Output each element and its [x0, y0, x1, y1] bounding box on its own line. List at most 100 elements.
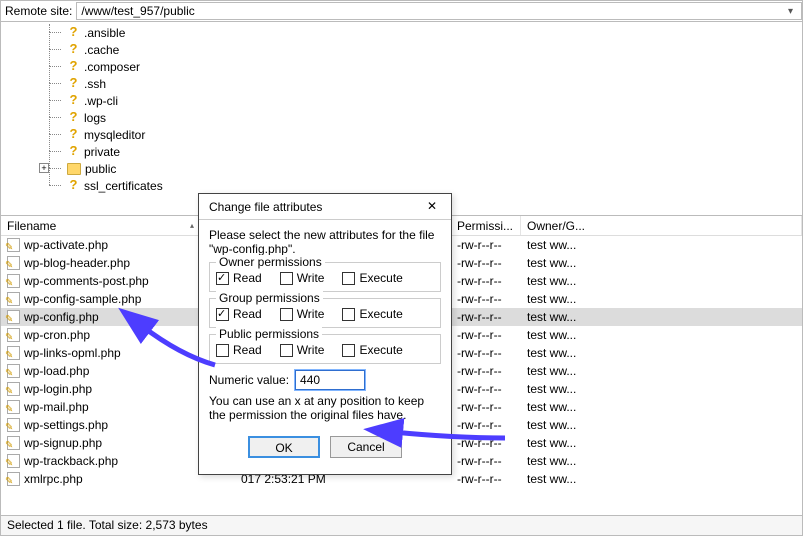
tree-item[interactable]: ? .ssh: [67, 75, 163, 92]
owner-read-checkbox[interactable]: Read: [216, 271, 262, 285]
folder-icon: [67, 163, 81, 175]
tree-item[interactable]: ? .cache: [67, 41, 163, 58]
tree-item[interactable]: ?.composer: [67, 58, 163, 75]
file-name: wp-cron.php: [24, 328, 90, 342]
file-permissions: -rw-r--r--: [451, 238, 521, 252]
group-permissions-group: Group permissions Read Write Execute: [209, 298, 441, 328]
file-name: wp-activate.php: [24, 238, 108, 252]
owner-permissions-group: Owner permissions Read Write Execute: [209, 262, 441, 292]
remote-path-value: /www/test_957/public: [81, 4, 194, 18]
file-permissions: -rw-r--r--: [451, 346, 521, 360]
file-owner: test ww...: [521, 454, 802, 468]
col-filename[interactable]: Filename▴: [1, 216, 201, 235]
unknown-folder-icon: ?: [67, 77, 80, 90]
tree-item[interactable]: ? mysqleditor: [67, 126, 163, 143]
tree-item[interactable]: ?logs: [67, 109, 163, 126]
owner-execute-checkbox[interactable]: Execute: [342, 271, 402, 285]
tree-item-label: .ansible: [84, 26, 125, 40]
file-permissions: -rw-r--r--: [451, 274, 521, 288]
php-file-icon: [7, 364, 20, 378]
numeric-value-row: Numeric value:: [209, 370, 441, 390]
tree-item-label: mysqleditor: [84, 128, 145, 142]
php-file-icon: [7, 346, 20, 360]
col-owner[interactable]: Owner/G...: [521, 216, 802, 235]
file-permissions: -rw-r--r--: [451, 454, 521, 468]
remote-tree[interactable]: ?.ansible?.cache?.composer?.ssh?.wp-cli?…: [0, 22, 803, 216]
file-name: wp-blog-header.php: [24, 256, 130, 270]
file-permissions: -rw-r--r--: [451, 364, 521, 378]
file-permissions: -rw-r--r--: [451, 382, 521, 396]
tree-item[interactable]: ?.wp-cli: [67, 92, 163, 109]
sort-caret-icon: ▴: [190, 221, 194, 230]
php-file-icon: [7, 256, 20, 270]
group-execute-checkbox[interactable]: Execute: [342, 307, 402, 321]
php-file-icon: [7, 274, 20, 288]
file-name: wp-login.php: [24, 382, 92, 396]
file-permissions: -rw-r--r--: [451, 310, 521, 324]
tree-item-label: logs: [84, 111, 106, 125]
file-owner: test ww...: [521, 328, 802, 342]
file-owner: test ww...: [521, 400, 802, 414]
unknown-folder-icon: ?: [67, 43, 80, 56]
file-permissions: -rw-r--r--: [451, 292, 521, 306]
cancel-button[interactable]: Cancel: [330, 436, 402, 458]
tree-item[interactable]: ?private: [67, 143, 163, 160]
php-file-icon: [7, 400, 20, 414]
tree-item-label: .wp-cli: [84, 94, 118, 108]
unknown-folder-icon: ?: [67, 60, 80, 73]
numeric-value-label: Numeric value:: [209, 373, 289, 387]
tree-item-label: ssl_certificates: [84, 179, 163, 193]
remote-path-input[interactable]: /www/test_957/public ▾: [76, 2, 802, 20]
public-permissions-group: Public permissions Read Write Execute: [209, 334, 441, 364]
file-owner: test ww...: [521, 274, 802, 288]
file-permissions: -rw-r--r--: [451, 436, 521, 450]
php-file-icon: [7, 292, 20, 306]
file-name: wp-load.php: [24, 364, 89, 378]
numeric-value-input[interactable]: [295, 370, 365, 390]
unknown-folder-icon: ?: [67, 145, 80, 158]
public-read-checkbox[interactable]: Read: [216, 343, 262, 357]
php-file-icon: [7, 472, 20, 486]
expander-icon[interactable]: +: [39, 163, 49, 173]
unknown-folder-icon: ?: [67, 128, 80, 141]
group-group-label: Group permissions: [216, 291, 323, 305]
file-owner: test ww...: [521, 472, 802, 486]
unknown-folder-icon: ?: [67, 26, 80, 39]
file-owner: test ww...: [521, 238, 802, 252]
close-icon[interactable]: ✕: [419, 197, 445, 217]
tree-item[interactable]: ? .ansible: [67, 24, 163, 41]
file-owner: test ww...: [521, 292, 802, 306]
file-permissions: -rw-r--r--: [451, 328, 521, 342]
file-owner: test ww...: [521, 346, 802, 360]
tree-item[interactable]: ? ssl_certificates: [67, 177, 163, 194]
tree-item-label: .ssh: [84, 77, 106, 91]
public-write-checkbox[interactable]: Write: [280, 343, 325, 357]
file-permissions: -rw-r--r--: [451, 472, 521, 486]
file-owner: test ww...: [521, 364, 802, 378]
file-owner: test ww...: [521, 382, 802, 396]
public-execute-checkbox[interactable]: Execute: [342, 343, 402, 357]
file-permissions: -rw-r--r--: [451, 400, 521, 414]
ok-button[interactable]: OK: [248, 436, 320, 458]
dialog-titlebar: Change file attributes ✕: [199, 194, 451, 220]
php-file-icon: [7, 454, 20, 468]
attributes-dialog: Change file attributes ✕ Please select t…: [198, 193, 452, 475]
file-name: wp-trackback.php: [24, 454, 118, 468]
file-permissions: -rw-r--r--: [451, 418, 521, 432]
tree-item-label: public: [85, 162, 116, 176]
unknown-folder-icon: ?: [67, 179, 80, 192]
group-read-checkbox[interactable]: Read: [216, 307, 262, 321]
owner-group-label: Owner permissions: [216, 255, 325, 269]
col-permissions[interactable]: Permissi...: [451, 216, 521, 235]
file-name: wp-config-sample.php: [24, 292, 141, 306]
dialog-instruction: Please select the new attributes for the…: [209, 228, 441, 256]
file-name: xmlrpc.php: [24, 472, 83, 486]
tree-item[interactable]: +public: [67, 160, 163, 177]
tree-item-label: .cache: [84, 43, 119, 57]
owner-write-checkbox[interactable]: Write: [280, 271, 325, 285]
chevron-down-icon[interactable]: ▾: [788, 6, 797, 17]
file-name: wp-mail.php: [24, 400, 89, 414]
file-permissions: -rw-r--r--: [451, 256, 521, 270]
group-write-checkbox[interactable]: Write: [280, 307, 325, 321]
status-bar: Selected 1 file. Total size: 2,573 bytes: [0, 516, 803, 536]
